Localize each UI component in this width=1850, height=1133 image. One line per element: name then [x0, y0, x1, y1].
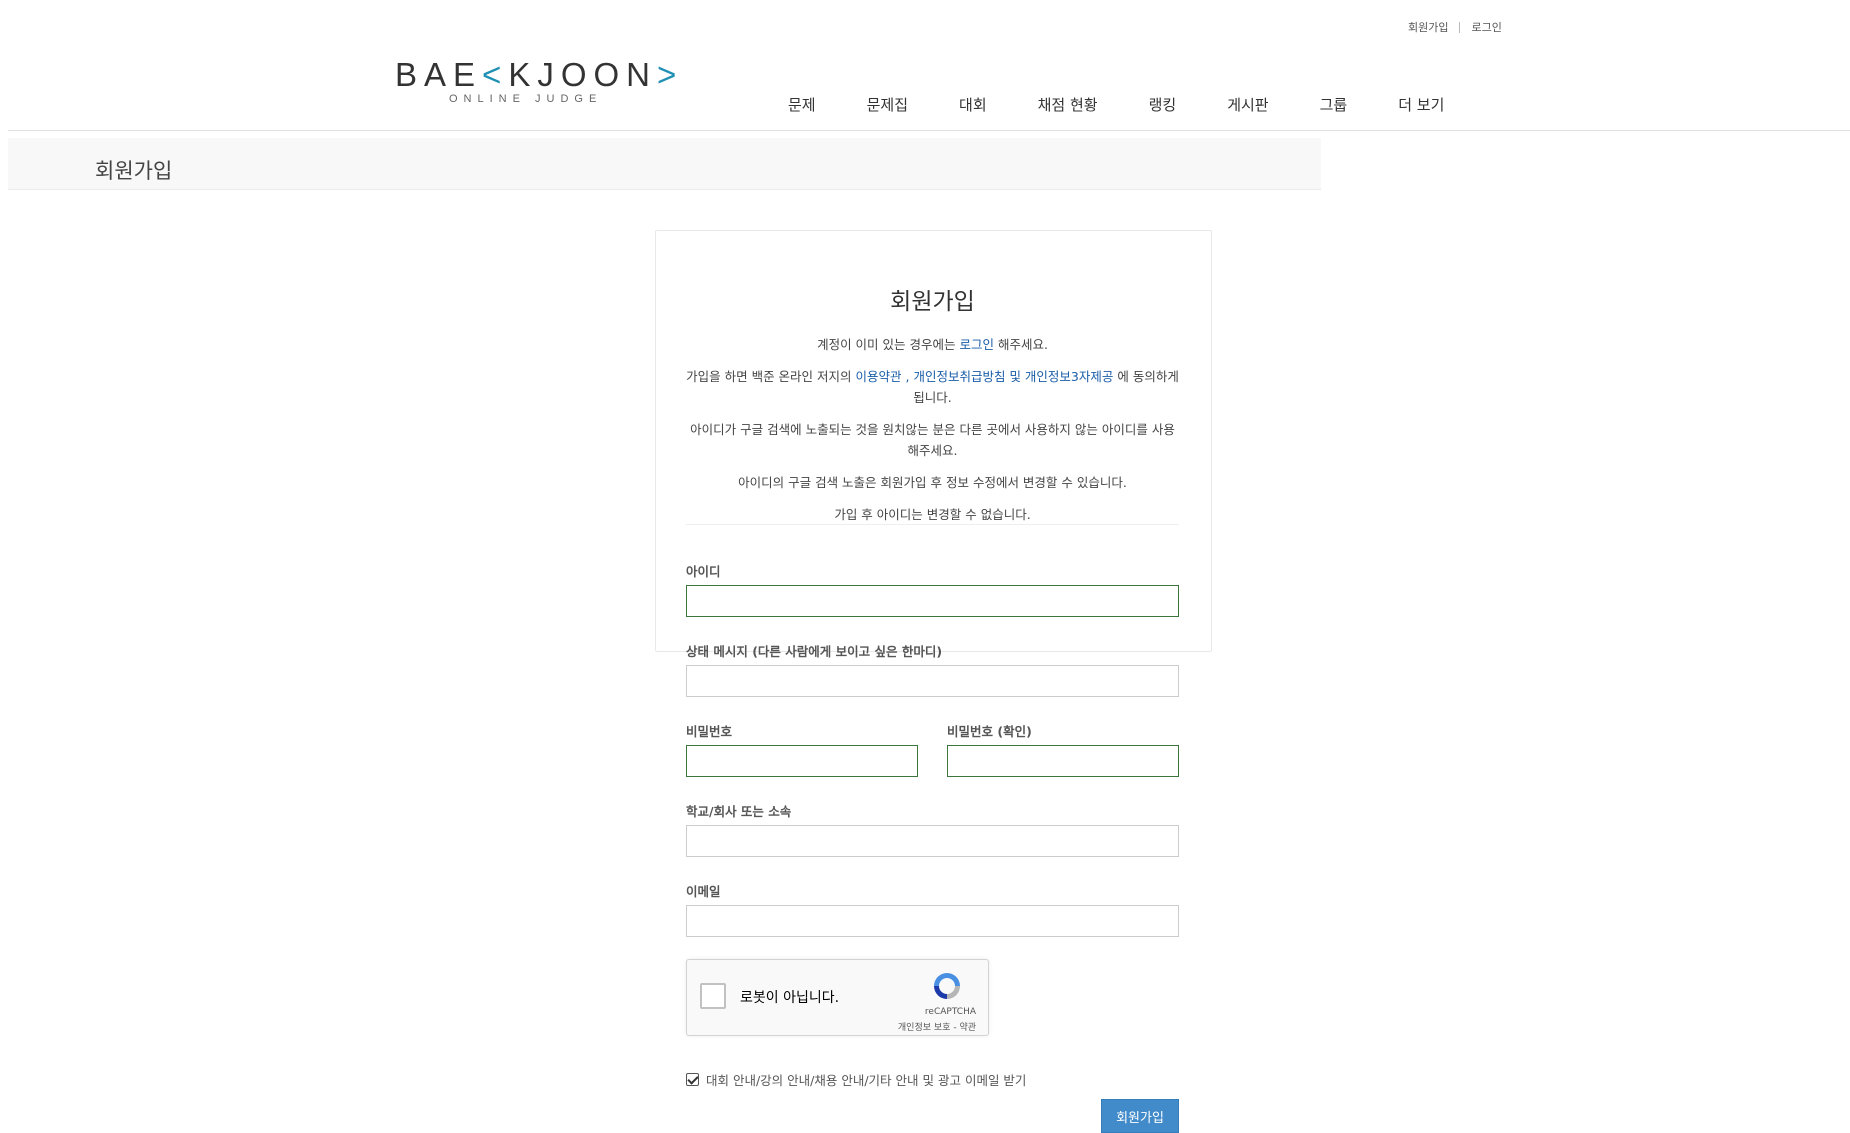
id-input[interactable]	[686, 585, 1179, 617]
logo-subtitle: ONLINE JUDGE	[449, 93, 603, 105]
nav-item-more[interactable]: 더 보기	[1398, 94, 1444, 115]
agreement-notice: 가입을 하면 백준 온라인 저지의 이용약관 , 개인정보취급방침 및 개인정보…	[686, 369, 1179, 405]
school-input[interactable]	[686, 825, 1179, 857]
status-message-input[interactable]	[686, 665, 1179, 697]
nav-item-contests[interactable]: 대회	[959, 94, 987, 115]
signup-submit-button[interactable]: 회원가입	[1101, 1099, 1179, 1133]
id-immutable-notice: 가입 후 아이디는 변경할 수 없습니다.	[834, 507, 1031, 522]
recaptcha-widget: 로봇이 아닙니다. reCAPTCHA 개인정보 보호 - 약관	[686, 959, 989, 1036]
site-logo[interactable]: BAE<KJOON> ONLINE JUDGE	[395, 56, 684, 108]
recaptcha-label: 로봇이 아닙니다.	[740, 990, 840, 1006]
nav-item-status[interactable]: 채점 현황	[1038, 94, 1098, 115]
main-nav: 문제 문제집 대회 채점 현황 랭킹 게시판 그룹 더 보기	[760, 94, 1444, 115]
password-confirm-label: 비밀번호 (확인)	[947, 724, 1032, 739]
recaptcha-brand: reCAPTCHA	[924, 1007, 976, 1017]
recaptcha-checkbox[interactable]	[700, 983, 726, 1009]
status-message-label: 상태 메시지 (다른 사람에게 보이고 싶은 한마디)	[686, 644, 943, 659]
email-consent: 대회 안내/강의 안내/채용 안내/기타 안내 및 광고 이메일 받기	[686, 1070, 1026, 1089]
recaptcha-footer: 개인정보 보호 - 약관	[897, 1023, 976, 1033]
recaptcha-privacy-link[interactable]: 개인정보 보호	[898, 1023, 951, 1033]
google-setting-notice: 아이디의 구글 검색 노출은 회원가입 후 정보 수정에서 변경할 수 있습니다…	[738, 475, 1127, 490]
login-link[interactable]: 로그인	[1471, 19, 1501, 35]
third-party-link[interactable]: 개인정보3자제공	[1025, 369, 1113, 384]
recaptcha-logo-icon	[934, 973, 960, 999]
page-header: 회원가입	[8, 138, 1321, 190]
nav-item-problems[interactable]: 문제	[788, 94, 816, 115]
google-notice: 아이디가 구글 검색에 노출되는 것을 원치않는 분은 다른 곳에서 사용하지 …	[690, 422, 1175, 458]
recaptcha-terms-link[interactable]: 약관	[959, 1023, 976, 1033]
login-notice: 계정이 이미 있는 경우에는 로그인 해주세요.	[817, 337, 1048, 352]
page-title: 회원가입	[95, 159, 173, 183]
email-consent-checkbox[interactable]	[686, 1073, 699, 1086]
card-heading: 회원가입	[890, 289, 975, 315]
signup-card-content: 회원가입 계정이 이미 있는 경우에는 로그인 해주세요. 가입을 하면 백준 …	[686, 230, 1179, 536]
password-confirm-input[interactable]	[947, 745, 1179, 777]
email-consent-label: 대회 안내/강의 안내/채용 안내/기타 안내 및 광고 이메일 받기	[706, 1073, 1027, 1088]
signup-link[interactable]: 회원가입	[1408, 19, 1448, 35]
school-label: 학교/회사 또는 소속	[686, 804, 792, 819]
nav-item-groups[interactable]: 그룹	[1320, 94, 1348, 115]
password-label: 비밀번호	[686, 724, 733, 739]
link-divider	[1459, 21, 1461, 33]
top-user-links: 회원가입 로그인	[1408, 19, 1502, 35]
nav-divider	[8, 130, 1850, 131]
nav-item-ranking[interactable]: 랭킹	[1149, 94, 1177, 115]
terms-link[interactable]: 이용약관	[856, 369, 902, 384]
login-inline-link[interactable]: 로그인	[959, 337, 994, 352]
email-label: 이메일	[686, 884, 721, 899]
password-input[interactable]	[686, 745, 918, 777]
email-input[interactable]	[686, 905, 1179, 937]
nav-item-workbooks[interactable]: 문제집	[867, 94, 908, 115]
nav-item-board[interactable]: 게시판	[1227, 94, 1268, 115]
id-label: 아이디	[686, 564, 721, 579]
card-divider	[686, 524, 1179, 525]
privacy-policy-link[interactable]: 개인정보취급방침	[913, 369, 1005, 384]
logo-wordmark: BAE<KJOON>	[395, 56, 684, 93]
